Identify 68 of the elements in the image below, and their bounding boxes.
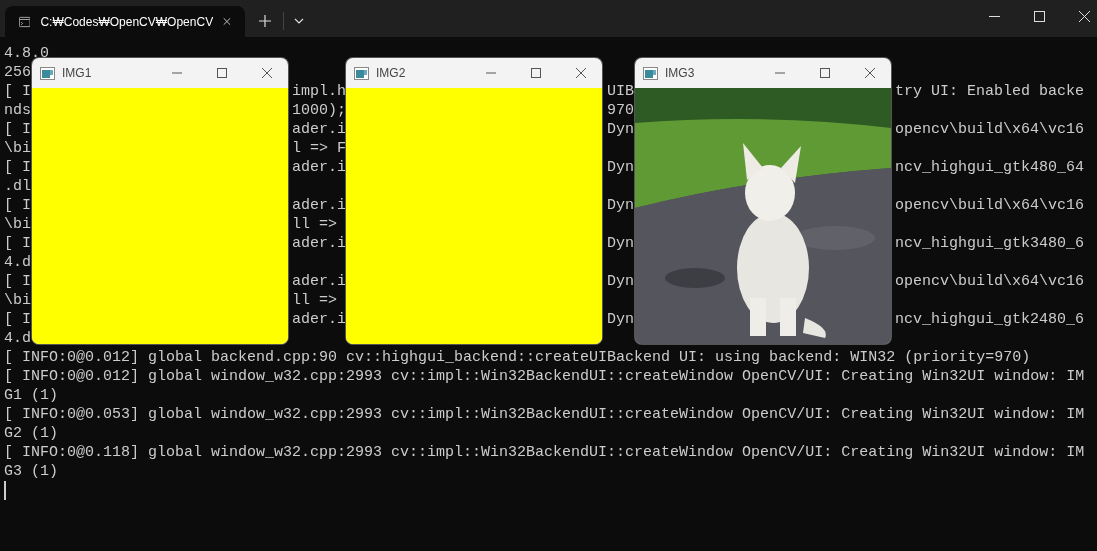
window-icon bbox=[40, 66, 55, 80]
terminal-text: G3 (1) bbox=[4, 463, 58, 480]
new-tab-icon[interactable] bbox=[259, 15, 271, 27]
text-cursor bbox=[4, 481, 6, 500]
terminal-text: ader.i bbox=[292, 273, 346, 290]
terminal-text: ader.i bbox=[292, 159, 346, 176]
terminal-text: [ I bbox=[4, 273, 31, 290]
terminal-text: UIB bbox=[607, 83, 634, 100]
terminal-text: [ I bbox=[4, 235, 31, 252]
terminal-text: ncv_highgui_gtk480_64 bbox=[895, 159, 1085, 176]
terminal-text: try UI: Enabled backe bbox=[895, 83, 1085, 100]
terminal-text: G1 (1) bbox=[4, 387, 58, 404]
terminal-text: ncv_highgui_gtk3480_6 bbox=[895, 235, 1085, 252]
terminal-text: .dl bbox=[4, 178, 31, 195]
terminal-text: 256 bbox=[4, 64, 31, 81]
terminal-icon bbox=[19, 14, 31, 29]
close-tab-icon[interactable] bbox=[223, 16, 231, 27]
terminal-text: 4.8.0 bbox=[4, 45, 49, 62]
terminal-text: Dyn bbox=[607, 311, 634, 328]
terminal-text: opencv\build\x64\vc16 bbox=[895, 121, 1085, 138]
terminal-text: \bi bbox=[4, 216, 31, 233]
terminal-text: 970 bbox=[607, 102, 634, 119]
terminal-text: ll => bbox=[292, 216, 337, 233]
window-title: IMG3 bbox=[665, 66, 695, 80]
terminal-text: [ INFO:0@0.053] global window_w32.cpp:2993 cv::impl::Win32BackendUI::createWindow OpenCV/UI: Creating Win32UI window: IM bbox=[4, 406, 1085, 423]
terminal-text: ader.i bbox=[292, 121, 346, 138]
window-title: IMG1 bbox=[62, 66, 92, 80]
terminal-text: impl.h bbox=[292, 83, 346, 100]
terminal-text: Dyn bbox=[607, 197, 634, 214]
terminal-text: 1000); bbox=[292, 102, 346, 119]
tab-title: C:₩Codes₩OpenCV₩OpenCV bbox=[40, 14, 214, 29]
terminal-tab[interactable]: C:₩Codes₩OpenCV₩OpenCV bbox=[5, 6, 245, 37]
terminal-text: [ INFO:0@0.012] global window_w32.cpp:2993 cv::impl::Win32BackendUI::createWindow OpenCV/UI: Creating Win32UI window: IM bbox=[4, 368, 1085, 385]
terminal-text: ader.i bbox=[292, 235, 346, 252]
terminal-text: ll => bbox=[292, 292, 337, 309]
maximize-icon[interactable] bbox=[820, 68, 830, 78]
close-icon[interactable] bbox=[576, 68, 586, 78]
terminal-text: Dyn bbox=[607, 121, 634, 138]
terminal-text: \bi bbox=[4, 140, 31, 157]
terminal-text: [ I bbox=[4, 311, 31, 328]
terminal-text: l => F bbox=[292, 140, 346, 157]
terminal-text: opencv\build\x64\vc16 bbox=[895, 273, 1085, 290]
terminal-text: [ I bbox=[4, 159, 31, 176]
window-icon bbox=[354, 66, 369, 80]
terminal-text: Dyn bbox=[607, 235, 634, 252]
terminal-text: 4.d bbox=[4, 254, 31, 271]
terminal-text: ader.i bbox=[292, 197, 346, 214]
terminal-text: 4.d bbox=[4, 330, 31, 347]
maximize-icon[interactable] bbox=[531, 68, 541, 78]
maximize-icon[interactable] bbox=[217, 68, 227, 78]
terminal-text: nds bbox=[4, 102, 31, 119]
terminal-text: [ INFO:0@0.012] global backend.cpp:90 cv::highgui_backend::createUIBackend UI: using backend: WIN32 (priority=970) bbox=[4, 349, 1031, 366]
terminal-text: Dyn bbox=[607, 273, 634, 290]
terminal-text: G2 (1) bbox=[4, 425, 58, 442]
terminal-text: [ INFO:0@0.118] global window_w32.cpp:2993 cv::impl::Win32BackendUI::createWindow OpenCV/UI: Creating Win32UI window: IM bbox=[4, 444, 1085, 461]
close-icon[interactable] bbox=[865, 68, 875, 78]
terminal-text: [ I bbox=[4, 121, 31, 138]
terminal-text: ader.i bbox=[292, 311, 346, 328]
terminal-text: [ I bbox=[4, 197, 31, 214]
dropdown-chevron-icon[interactable] bbox=[294, 18, 304, 24]
terminal-text: ncv_highgui_gtk2480_6 bbox=[895, 311, 1085, 328]
terminal-text: \bi bbox=[4, 292, 31, 309]
terminal-text: Dyn bbox=[607, 159, 634, 176]
window-icon bbox=[643, 66, 658, 80]
window-title: IMG2 bbox=[376, 66, 406, 80]
terminal-text: [ I bbox=[4, 83, 31, 100]
close-icon[interactable] bbox=[262, 68, 272, 78]
terminal-text: opencv\build\x64\vc16 bbox=[895, 197, 1085, 214]
